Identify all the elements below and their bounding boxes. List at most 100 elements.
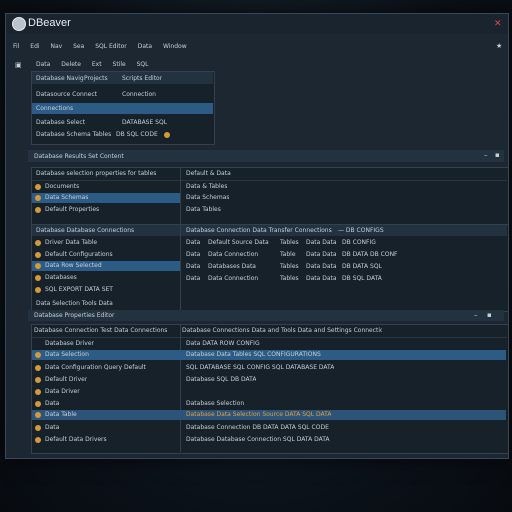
app-logo-icon [12,17,26,31]
list-item[interactable]: Data [45,424,59,432]
properties-right-item[interactable]: Data Tables [186,206,221,214]
grid-cell[interactable]: DB CONFIG [342,239,376,247]
list-header[interactable]: Database Connections Data and Tools Data… [182,327,382,335]
list-item-value: Database SQL DB DATA [186,376,257,383]
grid-cell[interactable]: Tables [280,239,299,247]
list-item[interactable]: Data Driver [45,388,80,396]
minimize-panel-button[interactable]: – [474,311,478,319]
grid-cell[interactable]: Data [186,263,200,271]
list-item-value-highlighted: Database Data Selection Source DATA SQL … [186,411,332,418]
properties-item-selected[interactable]: Data Schemas [45,194,88,202]
list-item-value: SQL DATABASE SQL CONFIG SQL DATABASE DAT… [186,364,335,371]
nav-tab-ext[interactable]: Ext [92,61,102,68]
tree-item[interactable]: Datasource Connect [36,91,97,99]
properties-item[interactable]: Default Properties [45,206,99,214]
grid-cell[interactable]: Data Data [306,239,337,247]
grid-col-header[interactable]: Database Database Connections [36,227,176,235]
db-icon [35,240,41,246]
db-icon [35,365,41,371]
navigator-col-1[interactable]: Database Navig [36,75,84,83]
toolbar-icon[interactable]: ▣ [15,61,22,69]
nav-tab-sql[interactable]: SQL [137,61,149,68]
grid-cell[interactable]: Data Data [306,275,337,283]
tree-item[interactable]: Database Schema Tables [36,131,111,139]
menu-data[interactable]: Data [138,43,152,50]
tree-item-selected[interactable]: Connections [36,105,73,113]
grid-cell[interactable]: Data Data [306,251,337,259]
list-header[interactable]: Database Connection Test Data Connection… [34,327,178,335]
folder-icon [35,195,41,201]
folder-icon [35,184,41,190]
grid-col-header[interactable]: — DB CONFIGS [338,227,384,235]
maximize-panel-button[interactable]: ▪ [495,151,500,159]
grid-col-header[interactable]: Database Connection Data Transfer Connec… [186,227,336,235]
menu-navigate[interactable]: Nav [50,43,62,50]
menu-edit[interactable]: Edi [30,43,39,50]
grid-cell[interactable]: DB DATA DB CONF [342,251,398,259]
menu-window[interactable]: Window [163,43,187,50]
properties-right-item[interactable]: Data & Tables [186,183,227,191]
db-icon [35,412,41,418]
grid-cell[interactable]: Databases Data [208,263,256,271]
db-icon [35,352,41,358]
close-window-button[interactable]: ✕ [494,19,502,29]
db-icon [35,401,41,407]
list-item-value: Database Data Tables SQL CONFIGURATIONS [186,351,321,358]
navigator-col-3[interactable]: Scripts Editor [122,75,162,83]
menu-file[interactable]: Fil [13,43,19,50]
properties-right-item[interactable]: Data Schemas [186,194,229,202]
minimize-panel-button[interactable]: – [484,151,488,159]
grid-cell[interactable]: DB DATA SQL [342,263,382,271]
grid-left-item[interactable]: SQL EXPORT DATA SET [45,286,113,294]
grid-footer: Data Selection Tools Data [36,300,113,307]
grid-cell[interactable]: Table [280,251,296,259]
list-item-highlighted[interactable]: Data Table [45,411,77,419]
grid-cell[interactable]: Data Connection [208,275,258,283]
nav-tab-stile[interactable]: Stile [113,61,126,68]
db-icon [35,377,41,383]
db-icon [35,287,41,293]
tree-item[interactable]: Database Select [36,119,85,127]
db-icon [35,389,41,395]
db-icon [35,425,41,431]
list-item-value: Data DATA ROW CONFIG [186,340,260,347]
grid-cell[interactable]: Data Data [306,263,337,271]
main-window: DBeaver ✕ Fil Edi Nav Sea SQL Editor Dat… [5,13,509,459]
grid-cell[interactable]: DB SQL DATA [342,275,382,283]
list-item[interactable]: Default Data Drivers [45,436,107,444]
grid-cell[interactable]: Tables [280,263,299,271]
menu-search[interactable]: Sea [73,43,84,50]
nav-tab-delete[interactable]: Delete [61,61,81,68]
favorite-star-icon[interactable]: ★ [496,42,502,50]
grid-cell[interactable]: Data [186,275,200,283]
menu-sql-editor[interactable]: SQL Editor [95,43,127,50]
list-item[interactable]: Data [45,400,59,408]
grid-left-item[interactable]: Driver Data Table [45,239,97,247]
list-item[interactable]: Database Driver [45,340,94,348]
nav-tabs: Data Delete Ext Stile SQL [36,61,158,69]
list-item[interactable]: Default Driver [45,376,87,384]
grid-left-item[interactable]: Databases [45,274,77,282]
grid-cell[interactable]: Data [186,239,200,247]
list-item-value: Database Database Connection SQL DATA DA… [186,436,330,443]
grid-left-item-selected[interactable]: Data Row Selected [45,262,102,270]
folder-icon [35,207,41,213]
results-section-title: Database Results Set Content [34,153,124,160]
properties-item[interactable]: Documents [45,183,79,191]
list-item[interactable]: Data Configuration Query Default [45,364,146,372]
list-item-value: Database Connection DB DATA DATA SQL COD… [186,424,329,431]
grid-cell[interactable]: Tables [280,275,299,283]
grid-cell[interactable]: Data [186,251,200,259]
grid-cell[interactable]: Default Source Data [208,239,269,247]
tree-item-detail: DB SQL CODE [116,131,158,138]
db-icon [35,263,41,269]
db-icon [35,252,41,258]
grid-left-item[interactable]: Default Configurations [45,251,113,259]
app-title: DBeaver [28,17,71,29]
navigator-col-2[interactable]: Projects [84,75,108,83]
list-item-selected[interactable]: Data Selection [45,351,89,359]
maximize-panel-button[interactable]: ▪ [487,311,492,319]
grid-cell[interactable]: Data Connection [208,251,258,259]
list-item-value: Database Selection [186,400,245,407]
nav-tab-data[interactable]: Data [36,61,50,68]
